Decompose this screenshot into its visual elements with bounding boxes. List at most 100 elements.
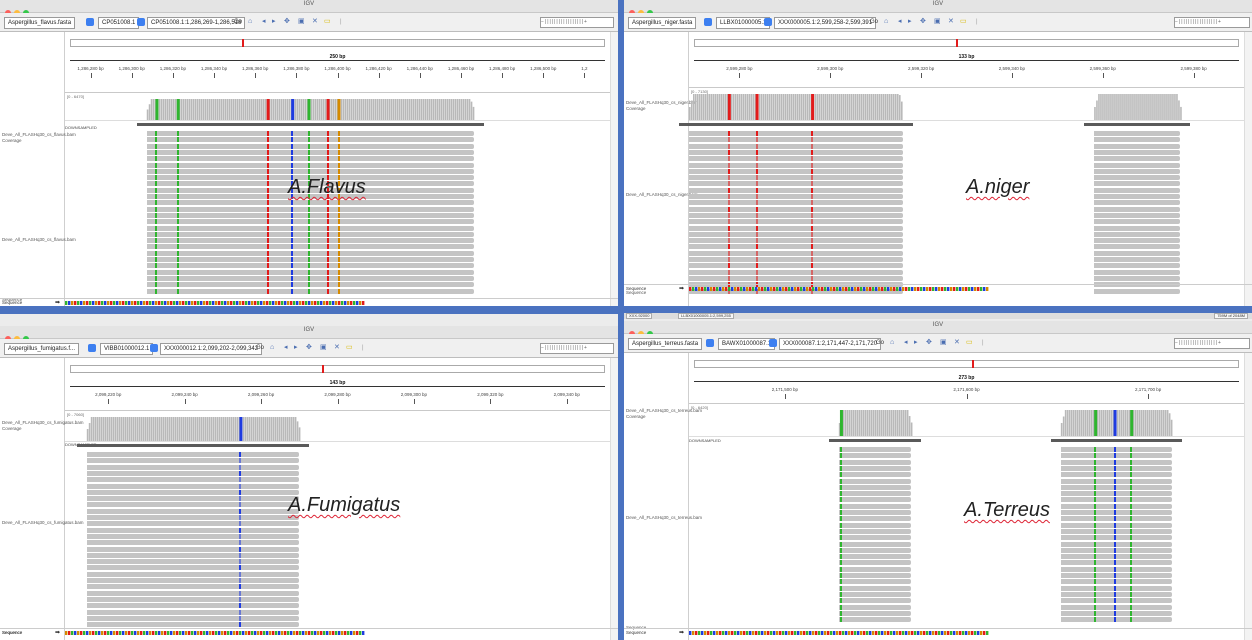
close-tracks-icon[interactable]: ✕: [954, 338, 960, 348]
aligned-read[interactable]: [146, 282, 474, 288]
aligned-read[interactable]: [1060, 566, 1172, 572]
aligned-read[interactable]: [689, 187, 903, 193]
forward-arrow-icon[interactable]: ▸: [908, 17, 912, 27]
aligned-read[interactable]: [86, 470, 300, 476]
aligned-read[interactable]: [1060, 491, 1172, 497]
aligned-read[interactable]: [1060, 585, 1172, 591]
aligned-read[interactable]: [838, 554, 911, 560]
aligned-read[interactable]: [838, 510, 911, 515]
go-button[interactable]: Go: [256, 343, 264, 353]
popup-text-icon[interactable]: ▭: [966, 338, 973, 348]
aligned-read[interactable]: [1094, 257, 1181, 262]
vertical-scrollbar[interactable]: [1244, 32, 1252, 306]
aligned-read[interactable]: [86, 609, 300, 615]
aligned-read[interactable]: [838, 453, 911, 459]
alignment-track[interactable]: DOWNSAMPLED: [65, 442, 610, 632]
aligned-read[interactable]: [86, 622, 300, 628]
aligned-read[interactable]: [1060, 453, 1172, 459]
aligned-read[interactable]: [1060, 447, 1172, 452]
aligned-read[interactable]: [86, 546, 300, 552]
ruler-track[interactable]: 143 bp 2,099,220 bp 2,099,240 bp 2,099,260…: [65, 358, 610, 411]
aligned-read[interactable]: [838, 617, 911, 623]
aligned-read[interactable]: [86, 590, 300, 596]
aligned-read[interactable]: [689, 137, 903, 143]
zoom-slider[interactable]: −|||||||||||||||||+: [1174, 338, 1250, 349]
home-icon[interactable]: ⌂: [270, 343, 274, 353]
zoom-slider[interactable]: −|||||||||||||||||+: [1174, 17, 1250, 28]
aligned-read[interactable]: [689, 143, 903, 149]
aligned-read[interactable]: [1060, 459, 1172, 465]
aligned-read[interactable]: [689, 206, 903, 212]
aligned-read[interactable]: [86, 552, 300, 558]
strand-arrow-icon[interactable]: ➡: [55, 299, 60, 306]
popup-text-icon[interactable]: ▭: [346, 343, 353, 353]
aligned-read[interactable]: [1094, 162, 1181, 168]
aligned-read[interactable]: [838, 591, 911, 597]
aligned-read[interactable]: [838, 447, 911, 452]
aligned-read[interactable]: [86, 489, 300, 495]
aligned-read[interactable]: [1060, 541, 1172, 547]
ruler-track[interactable]: 273 bp 2,171,500 bp 2,171,600 bp 2,171,700…: [689, 353, 1244, 404]
chromosome-dropdown[interactable]: LLBX01000005.1: [716, 17, 771, 29]
aligned-read[interactable]: [838, 560, 911, 566]
back-arrow-icon[interactable]: ◂: [262, 17, 266, 27]
chromosome-dropdown[interactable]: VIBB01000012.1: [100, 343, 154, 355]
vertical-scrollbar[interactable]: [1244, 353, 1252, 640]
refresh-icon[interactable]: ✥: [920, 17, 926, 27]
aligned-read[interactable]: [1094, 219, 1181, 225]
aligned-read[interactable]: [689, 257, 903, 262]
aligned-read[interactable]: [86, 502, 300, 508]
aligned-read[interactable]: [1094, 225, 1181, 231]
zoom-slider[interactable]: −|||||||||||||||||+: [540, 343, 614, 354]
aligned-read[interactable]: [689, 219, 903, 225]
chromosome-dropdown-arrow-icon[interactable]: [137, 18, 145, 26]
aligned-read[interactable]: [146, 162, 474, 168]
locus-field[interactable]: XXX000005.1:2,599,258-2,599,391: [774, 17, 877, 29]
aligned-read[interactable]: [689, 156, 903, 162]
aligned-read[interactable]: [689, 194, 903, 199]
aligned-read[interactable]: [146, 231, 474, 237]
locus-field[interactable]: XXX000012.1:2,099,202-2,099,342: [160, 343, 263, 355]
aligned-read[interactable]: [146, 244, 474, 250]
aligned-read[interactable]: [1060, 617, 1172, 623]
close-tracks-icon[interactable]: ✕: [334, 343, 340, 353]
chromosome-dropdown[interactable]: BAWX01000087.1: [718, 338, 776, 350]
aligned-read[interactable]: [1094, 149, 1181, 155]
aligned-read[interactable]: [86, 584, 300, 590]
aligned-read[interactable]: [146, 275, 474, 281]
aligned-read[interactable]: [689, 263, 903, 269]
aligned-read[interactable]: [1060, 484, 1172, 490]
aligned-read[interactable]: [1060, 554, 1172, 560]
aligned-read[interactable]: [838, 465, 911, 471]
aligned-read[interactable]: [838, 598, 911, 604]
aligned-read[interactable]: [689, 175, 903, 181]
aligned-read[interactable]: [1060, 478, 1172, 484]
vertical-scrollbar[interactable]: [610, 358, 618, 640]
alignment-track-label[interactable]: Deve_All_FLASHq30_cs_fumigatus.bam: [2, 520, 84, 526]
aligned-read[interactable]: [689, 238, 903, 244]
alignment-track[interactable]: DOWNSAMPLED: [689, 437, 1244, 627]
coverage-track-label[interactable]: Deve_All_FLASHq30_cs_fumigatus.bam Cover…: [2, 420, 84, 432]
coverage-track-label[interactable]: Deve_All_FLASHq30_cs_niger.bam Coverage: [626, 100, 698, 112]
genome-dropdown-arrow-icon[interactable]: [704, 18, 712, 26]
aligned-read[interactable]: [838, 503, 911, 509]
aligned-read[interactable]: [1060, 604, 1172, 610]
genome-dropdown-arrow-icon[interactable]: [88, 344, 96, 352]
aligned-read[interactable]: [146, 250, 474, 256]
aligned-read[interactable]: [86, 477, 300, 483]
aligned-read[interactable]: [146, 225, 474, 231]
aligned-read[interactable]: [838, 547, 911, 553]
aligned-read[interactable]: [838, 528, 911, 534]
aligned-read[interactable]: [146, 200, 474, 206]
aligned-read[interactable]: [86, 458, 300, 464]
aligned-read[interactable]: [86, 515, 300, 520]
aligned-read[interactable]: [86, 508, 300, 514]
aligned-read[interactable]: [689, 131, 903, 136]
aligned-read[interactable]: [146, 143, 474, 149]
aligned-read[interactable]: [146, 206, 474, 212]
aligned-read[interactable]: [1094, 238, 1181, 244]
go-button[interactable]: Go: [876, 338, 884, 348]
locus-field[interactable]: CP051008.1:1,286,269-1,286,518: [147, 17, 246, 29]
aligned-read[interactable]: [689, 231, 903, 237]
genome-dropdown[interactable]: Aspergillus_fumigatus.f...: [4, 343, 80, 355]
